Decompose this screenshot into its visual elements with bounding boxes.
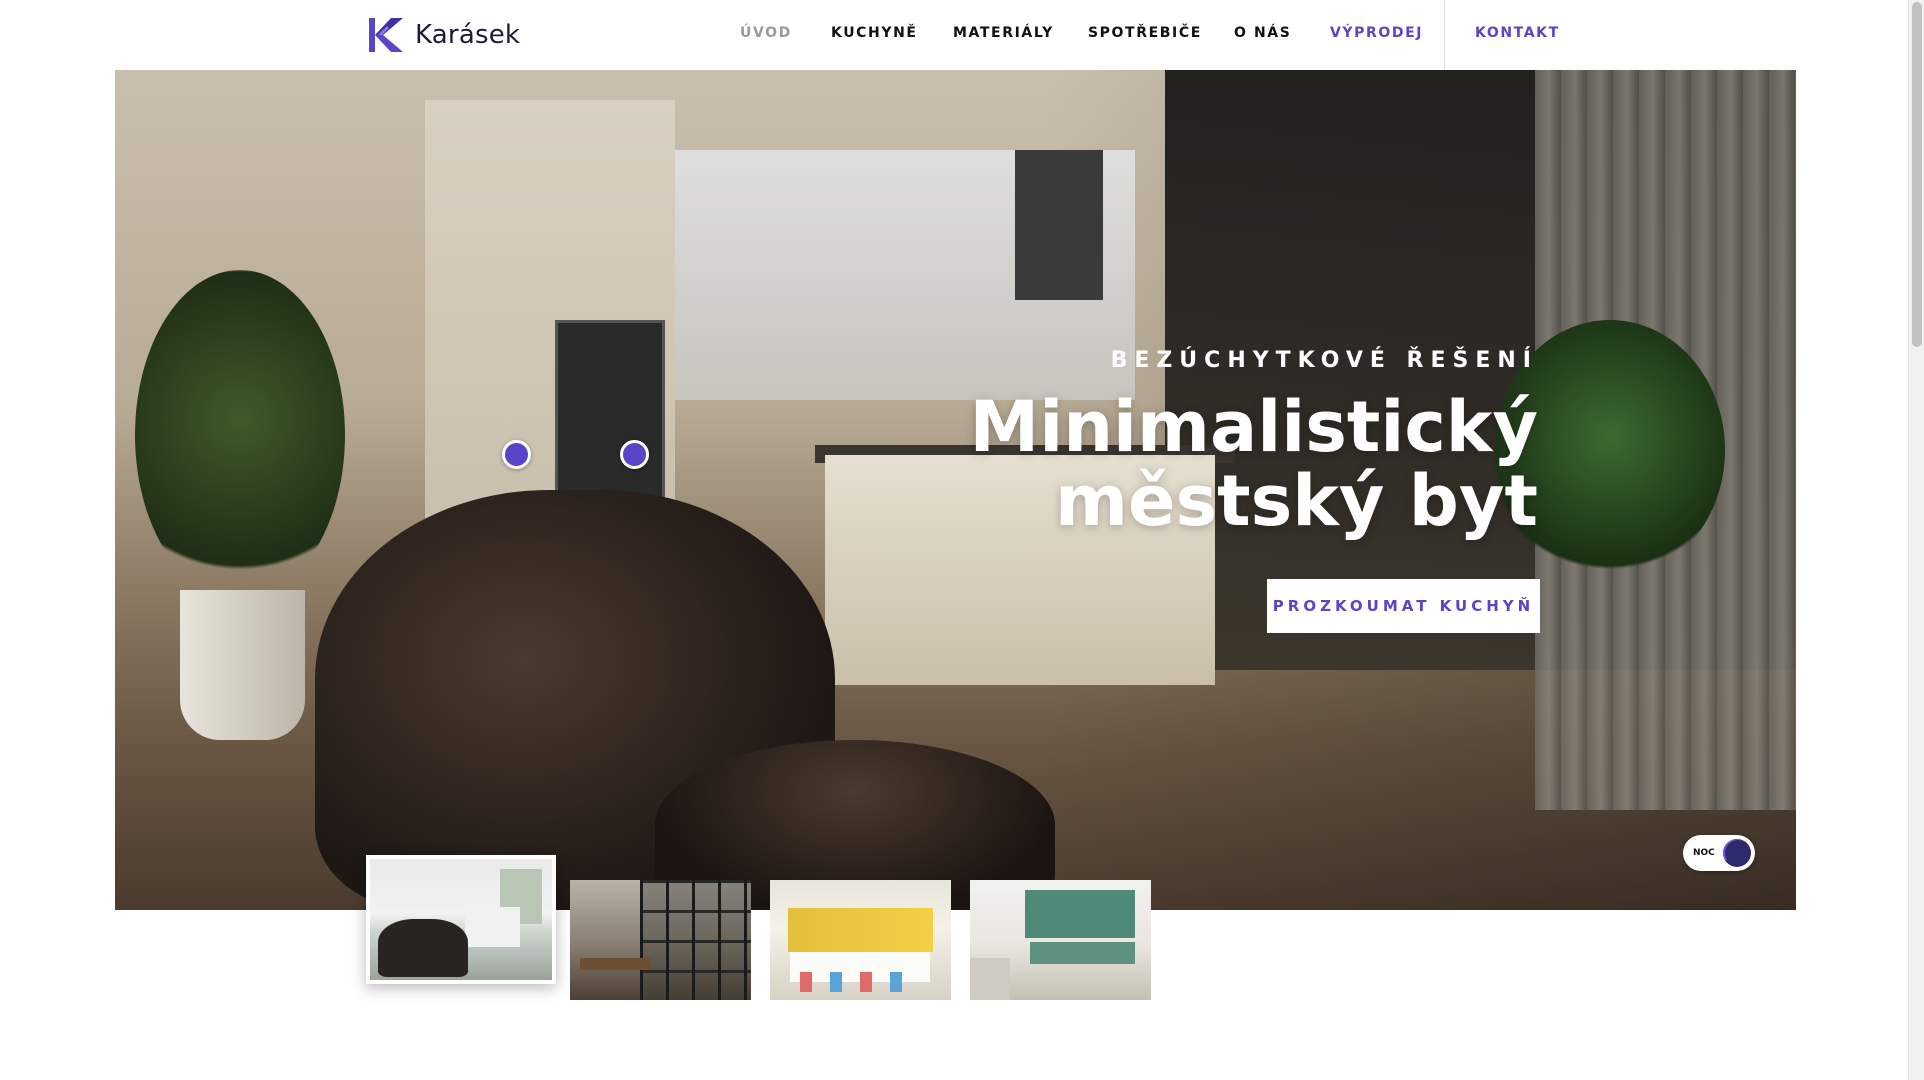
hero-title-line-1: Minimalistický [969,386,1538,468]
hero-eyebrow: BEZÚCHYTKOVÉ ŘEŠENÍ [1110,348,1538,373]
nav-item-o-nas[interactable]: O NÁS [1234,25,1291,41]
thumbnail-image [970,958,1010,1000]
thumbnail-kitchen-4[interactable] [970,880,1151,1000]
thumbnail-image [580,958,650,970]
thumbnail-image [378,919,468,977]
hotspot-marker[interactable] [502,440,531,469]
hotspot-marker[interactable] [620,440,649,469]
hero-title-line-2: městský byt [1055,460,1538,542]
thumbnail-image [788,908,933,952]
night-mode-toggle[interactable]: NOC [1683,835,1755,871]
hero-banner: BEZÚCHYTKOVÉ ŘEŠENÍ Minimalistický městs… [115,70,1796,910]
hero-photo-pot [180,590,305,740]
moon-icon [1723,839,1751,867]
site-header: Karásek ÚVOD KUCHYNĚ MATERIÁLY SPOTŘEBIČ… [0,0,1908,70]
thumbnail-kitchen-1[interactable] [366,855,556,984]
hero-photo-hood [1015,150,1103,300]
hero-photo-plant [135,270,345,600]
hero-title: Minimalistický městský byt [838,390,1538,538]
main-nav: ÚVOD KUCHYNĚ MATERIÁLY SPOTŘEBIČE O NÁS … [0,0,1908,70]
nav-contact-link[interactable]: KONTAKT [1475,25,1560,41]
thumbnail-image [1025,890,1135,938]
nav-item-materialy[interactable]: MATERIÁLY [953,25,1054,41]
page-scrollbar[interactable] [1908,0,1924,1080]
scrollbar-thumb[interactable] [1912,2,1922,347]
nav-item-uvod[interactable]: ÚVOD [740,25,792,41]
nav-item-vyprodej[interactable]: VÝPRODEJ [1330,25,1423,41]
kitchen-thumbnails [366,855,1166,1001]
explore-kitchen-button[interactable]: PROZKOUMAT KUCHYŇ [1267,579,1540,633]
thumbnail-image [1030,942,1135,964]
thumbnail-kitchen-2[interactable] [570,880,751,1000]
night-mode-label: NOC [1693,848,1715,858]
thumbnail-image [640,880,751,1000]
thumbnail-kitchen-3[interactable] [770,880,951,1000]
nav-divider [1444,0,1445,70]
nav-item-spotrebice[interactable]: SPOTŘEBIČE [1088,25,1202,41]
nav-item-kuchyne[interactable]: KUCHYNĚ [831,25,918,41]
thumbnail-image [800,972,920,992]
thumbnail-image [465,907,520,947]
